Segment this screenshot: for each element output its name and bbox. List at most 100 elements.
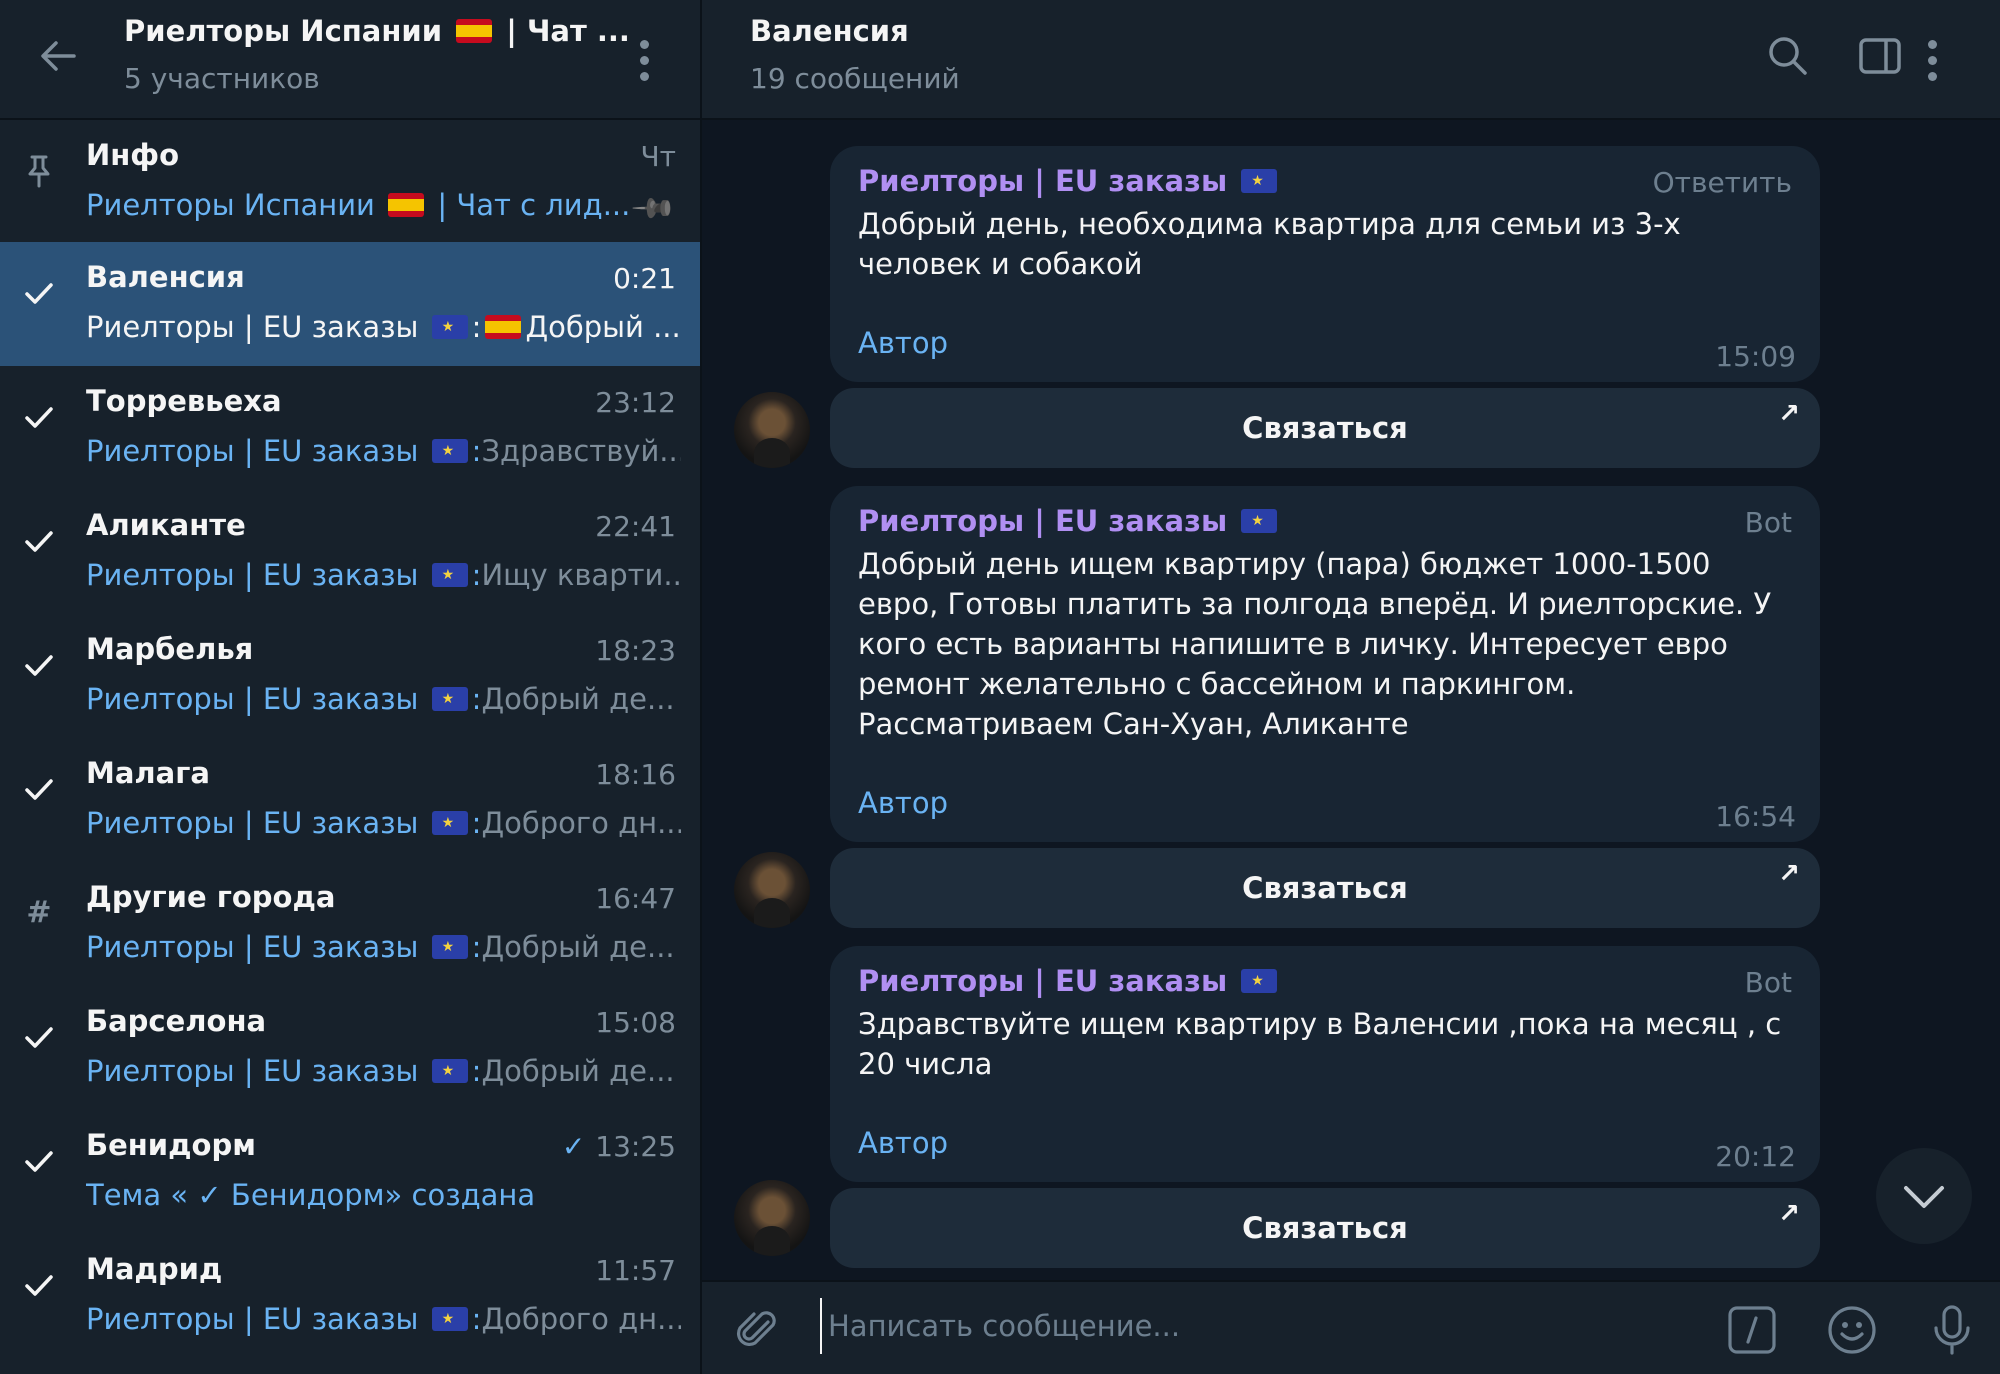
topic-time: ✓ 13:25 [562, 1130, 676, 1163]
topic-item[interactable]: Инфо Чт 📌 Риелторы Испании | Чат с лид... [0, 120, 700, 244]
microphone-icon[interactable] [1926, 1304, 1978, 1356]
eu-flag-icon [431, 811, 468, 835]
message-sender[interactable]: Риелторы | EU заказы [858, 504, 1281, 538]
message-sender[interactable]: Риелторы | EU заказы [858, 964, 1281, 998]
external-link-arrow-icon: ↗ [1778, 1199, 1800, 1229]
preview-text: Добрый де... [481, 1054, 675, 1088]
topic-name: Торревьеха [86, 384, 282, 418]
topic-time-text: 0:21 [613, 262, 676, 295]
emoji-icon[interactable] [1826, 1304, 1878, 1356]
topic-name: Валенсия [86, 260, 245, 294]
topic-name: Марбелья [86, 632, 254, 666]
check-icon [22, 524, 56, 558]
topic-name: Инфо [86, 138, 180, 172]
topic-preview: Риелторы | EU заказы :Добрый де... [86, 682, 681, 716]
sidebar-toggle-icon[interactable] [1856, 32, 1904, 80]
topic-time-text: Чт [640, 140, 676, 173]
avatar[interactable] [734, 392, 810, 468]
preview-colon: : [471, 1054, 482, 1088]
preview-sender: Риелторы | EU заказы [86, 310, 419, 344]
bot-tag: Bot [1744, 506, 1792, 539]
preview-text: Здравствуй... [481, 434, 681, 468]
preview-text: Добрый де... [481, 930, 675, 964]
author-link[interactable]: Автор [858, 786, 948, 820]
group-menu-icon[interactable] [638, 36, 650, 84]
topic-name: Мадрид [86, 1252, 223, 1286]
topic-item[interactable]: Торревьеха 23:12 Риелторы | EU заказы :Здр… [0, 366, 700, 490]
check-icon [22, 648, 56, 682]
preview-sender: Риелторы | EU заказы [86, 558, 419, 592]
topic-time-text: 23:12 [595, 386, 676, 419]
eu-flag-icon [431, 687, 468, 711]
topic-time-text: 15:08 [595, 1006, 676, 1039]
message-sender-name: Риелторы | EU заказы [858, 164, 1228, 198]
back-arrow-icon[interactable] [34, 32, 82, 80]
topic-item[interactable]: # Другие города 16:47 Риелторы | EU заказы … [0, 862, 700, 986]
author-link[interactable]: Автор [858, 326, 948, 360]
contact-button[interactable]: Связаться ↗ [830, 388, 1820, 468]
group-title[interactable]: Риелторы Испании | Чат ... [124, 14, 630, 48]
topic-time: 11:57 [595, 1254, 676, 1287]
message-input[interactable] [820, 1298, 1380, 1354]
message-sender-name: Риелторы | EU заказы [858, 964, 1228, 998]
preview-sender-suffix: | Чат с лид... [428, 188, 631, 222]
chat-title[interactable]: Валенсия [750, 14, 909, 48]
message-bubble[interactable]: Риелторы | EU заказы Bot Здравствуйте ищ… [830, 946, 1820, 1182]
bot-commands-icon[interactable] [1726, 1304, 1778, 1356]
topic-item[interactable]: Малага 18:16 Риелторы | EU заказы :Доброго… [0, 738, 700, 862]
check-icon [22, 1268, 56, 1302]
hash-icon: # [26, 895, 52, 930]
message-bubble[interactable]: Риелторы | EU заказы Ответить Добрый ден… [830, 146, 1820, 382]
topic-time: 18:23 [595, 634, 676, 667]
scroll-down-button[interactable] [1876, 1148, 1972, 1244]
preview-colon: : [471, 806, 482, 840]
read-check-icon: ✓ [561, 1130, 586, 1163]
eu-flag-icon [431, 315, 468, 339]
attach-icon[interactable] [732, 1304, 784, 1356]
message-sender-name: Риелторы | EU заказы [858, 504, 1228, 538]
topic-preview: Риелторы | EU заказы :Добрый де... [86, 930, 681, 964]
check-icon [22, 1020, 56, 1054]
topic-item[interactable]: Мадрид 11:57 Риелторы | EU заказы :Доброго… [0, 1234, 700, 1358]
spain-flag-icon [485, 315, 522, 339]
external-link-arrow-icon: ↗ [1778, 399, 1800, 429]
topic-time-text: 13:25 [595, 1130, 676, 1163]
contact-button[interactable]: Связаться ↗ [830, 1188, 1820, 1268]
message-sender[interactable]: Риелторы | EU заказы [858, 164, 1281, 198]
contact-button[interactable]: Связаться ↗ [830, 848, 1820, 928]
topic-name: Аликанте [86, 508, 246, 542]
topic-item[interactable]: Марбелья 18:23 Риелторы | EU заказы :Добры… [0, 614, 700, 738]
eu-flag-icon [1241, 169, 1278, 193]
topic-time: 18:16 [595, 758, 676, 791]
group-title-text: Риелторы Испании [124, 14, 443, 48]
topic-item[interactable]: Бенидорм ✓ 13:25 Тема « ✓ Бенидорм» создана [0, 1110, 700, 1234]
preview-sender: Риелторы | EU заказы [86, 1054, 419, 1088]
preview-sender: Тема « [86, 1178, 189, 1212]
spain-flag-icon [388, 193, 425, 217]
bot-tag: Bot [1744, 966, 1792, 999]
preview-text: Доброго дн... [481, 806, 681, 840]
topic-time: 23:12 [595, 386, 676, 419]
contact-button-label: Связаться [1242, 411, 1408, 445]
preview-sender: Риелторы | EU заказы [86, 682, 419, 716]
eu-flag-icon [431, 1059, 468, 1083]
preview-sender: Риелторы | EU заказы [86, 434, 419, 468]
check-icon [22, 276, 56, 310]
topic-item[interactable]: Барселона 15:08 Риелторы | EU заказы :Добр… [0, 986, 700, 1110]
topic-preview: Риелторы | EU заказы :Здравствуй... [86, 434, 681, 468]
author-link[interactable]: Автор [858, 1126, 948, 1160]
search-icon[interactable] [1764, 32, 1812, 80]
topic-preview: Риелторы Испании | Чат с лид... [86, 188, 681, 222]
topic-item[interactable]: Аликанте 22:41 Риелторы | EU заказы :Ищу к… [0, 490, 700, 614]
message-bubble[interactable]: Риелторы | EU заказы Bot Добрый день ище… [830, 486, 1820, 842]
avatar[interactable] [734, 1180, 810, 1256]
topic-time-text: 18:16 [595, 758, 676, 791]
avatar[interactable] [734, 852, 810, 928]
topic-time: 16:47 [595, 882, 676, 915]
reply-link[interactable]: Ответить [1653, 166, 1792, 199]
topic-item[interactable]: Валенсия 0:21 Риелторы | EU заказы : Добрый… [0, 242, 700, 366]
topic-name: Бенидорм [86, 1128, 256, 1162]
chat-menu-icon[interactable] [1926, 36, 1938, 84]
preview-colon: : [471, 682, 482, 716]
topic-name: Другие города [86, 880, 336, 914]
